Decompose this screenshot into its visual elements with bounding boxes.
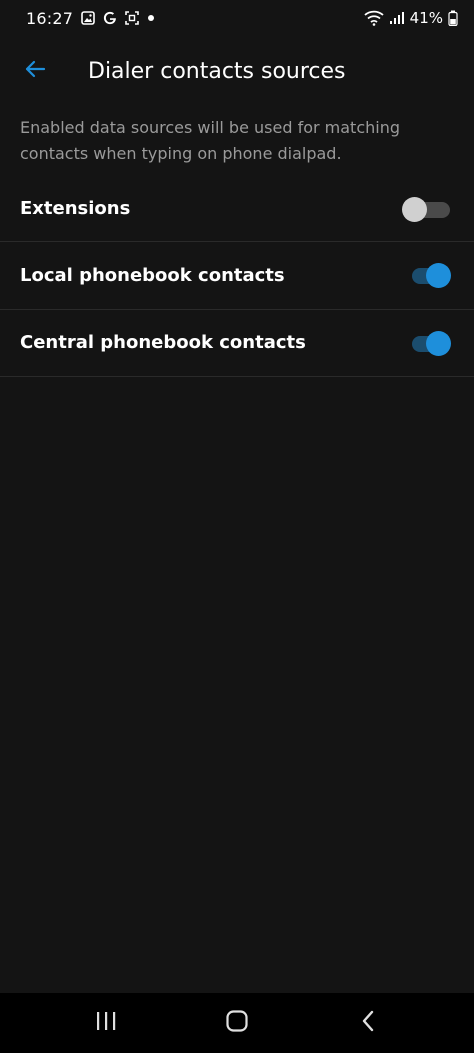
recent-apps-button[interactable] (76, 998, 136, 1048)
local-phonebook-toggle[interactable] (410, 263, 452, 289)
setting-row-extensions[interactable]: Extensions (0, 176, 474, 242)
setting-label: Central phonebook contacts (20, 332, 306, 354)
google-icon (103, 11, 117, 25)
setting-label: Local phonebook contacts (20, 264, 285, 286)
battery-percent: 41% (409, 9, 443, 27)
signal-icon (389, 11, 405, 25)
description-text: Enabled data sources will be used for ma… (20, 118, 401, 163)
status-left: 16:27 (26, 9, 155, 28)
extensions-toggle[interactable] (402, 196, 452, 222)
status-right: 41% (364, 9, 458, 27)
setting-row-central-phonebook[interactable]: Central phonebook contacts (0, 310, 474, 377)
toggle-knob (426, 263, 451, 289)
app-bar: Dialer contacts sources (0, 36, 474, 106)
nav-back-button[interactable] (338, 998, 398, 1048)
battery-icon (448, 10, 458, 26)
toggle-knob (426, 330, 451, 356)
image-icon (81, 11, 95, 25)
settings-list: Extensions Local phonebook contacts Cent… (0, 176, 474, 377)
page-title: Dialer contacts sources (88, 58, 346, 84)
setting-label: Extensions (20, 198, 131, 219)
setting-row-local-phonebook[interactable]: Local phonebook contacts (0, 242, 474, 310)
wifi-icon (364, 10, 384, 26)
arrow-left-icon (23, 57, 47, 85)
system-nav-bar (0, 993, 474, 1053)
status-bar: 16:27 41% (0, 0, 474, 36)
back-icon (359, 1009, 377, 1037)
status-time: 16:27 (26, 8, 74, 28)
recent-apps-icon (94, 1010, 118, 1036)
home-button[interactable] (207, 998, 267, 1048)
toggle-knob (402, 196, 427, 222)
back-button[interactable] (0, 36, 70, 106)
home-icon (225, 1009, 249, 1037)
central-phonebook-toggle[interactable] (410, 330, 452, 356)
screenshot-icon (125, 11, 139, 25)
notification-dot-icon (147, 14, 155, 22)
